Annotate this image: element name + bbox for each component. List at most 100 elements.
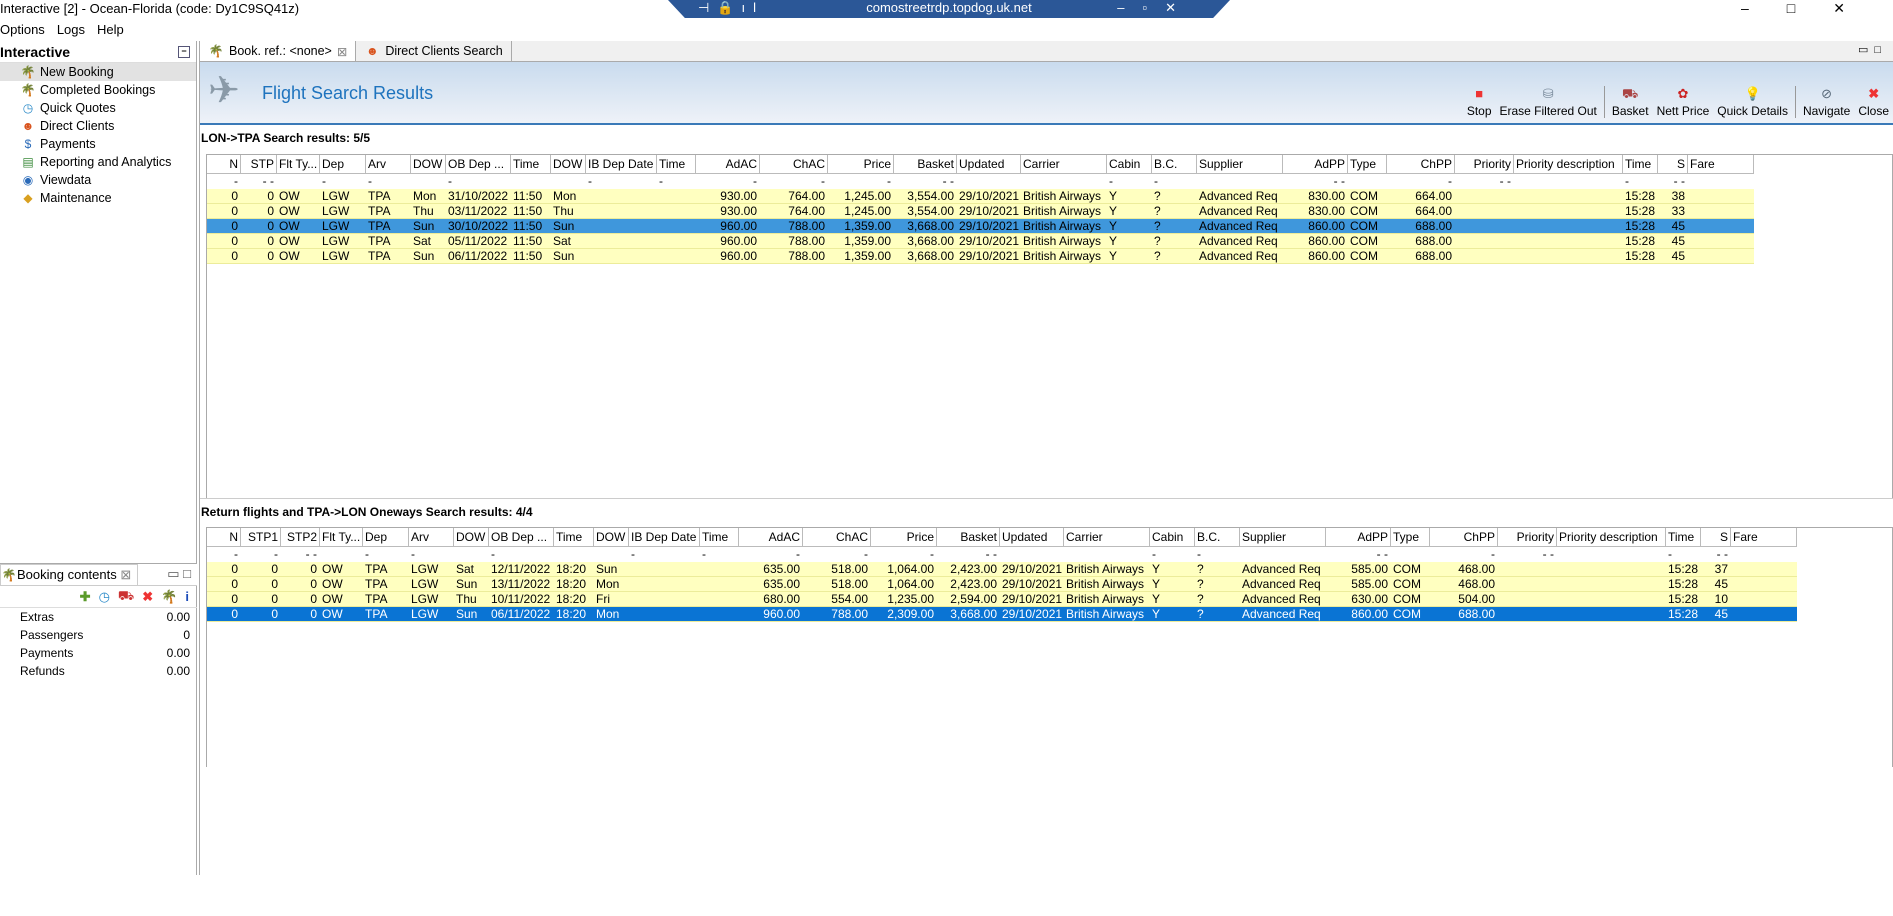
column-header-sorted[interactable]: Basket — [894, 155, 957, 173]
column-header[interactable]: Time — [511, 155, 551, 173]
table-header-row[interactable]: N STP1 STP2 Flt Ty... Dep Arv DOW OB Dep ... Tim… — [207, 528, 1797, 547]
column-header[interactable]: Arv — [409, 528, 454, 546]
info-icon[interactable]: i — [185, 589, 189, 604]
close-icon[interactable]: ⊠ — [120, 567, 131, 582]
column-header[interactable]: IB Dep Date — [586, 155, 657, 173]
column-header[interactable]: Fare — [1731, 528, 1797, 546]
table-row[interactable]: 0 0 0 OW TPA LGW Sun 06/11/2022 18:20 Mon 960.00 78… — [207, 607, 1797, 622]
table-row[interactable]: 0 0 0 OW TPA LGW Sun 13/11/2022 18:20 Mon 635.00 51… — [207, 577, 1797, 592]
column-header[interactable]: Fare — [1688, 155, 1754, 173]
table-row[interactable]: 0 0 OW LGW TPA Sun 30/10/2022 11:50 Sun 960.00 788… — [207, 219, 1754, 234]
column-header[interactable]: Time — [700, 528, 739, 546]
tab-booking[interactable]: 🌴 Book. ref.: <none> ⊠ — [200, 41, 357, 61]
minimize-maximize-icon[interactable]: ▭□ — [1858, 43, 1887, 56]
add-icon[interactable]: ✚ — [80, 589, 91, 605]
column-header[interactable]: Price — [871, 528, 937, 546]
table-header-row[interactable]: N STP Flt Ty... Dep Arv DOW OB Dep ... Time DOW I… — [207, 155, 1754, 174]
erase-filtered-out-button[interactable]: ⛁ Erase Filtered Out — [1496, 86, 1601, 118]
filter-row[interactable]: --- ---------- ---- --- --- - — [207, 547, 1797, 562]
basket-button[interactable]: ⛟ Basket — [1608, 86, 1653, 118]
table-row[interactable]: 0 0 OW LGW TPA Thu 03/11/2022 11:50 Thu 930.00 764… — [207, 204, 1754, 219]
filter-row[interactable]: -- ---------- ---- --- --- - — [207, 174, 1754, 189]
column-header[interactable]: DOW — [454, 528, 489, 546]
column-header[interactable]: ChPP — [1387, 155, 1455, 173]
sidebar-item-completed-bookings[interactable]: 🌴 Completed Bookings — [0, 81, 196, 99]
column-header[interactable]: Type — [1348, 155, 1387, 173]
column-header[interactable]: Supplier — [1240, 528, 1326, 546]
rdp-pin-lock-signal-icons[interactable]: ⊣🔒ıl — [698, 0, 764, 16]
column-header[interactable]: STP2 — [281, 528, 320, 546]
delete-icon[interactable]: ✖ — [142, 589, 153, 605]
column-header[interactable]: S — [1701, 528, 1731, 546]
column-header[interactable]: Type — [1391, 528, 1430, 546]
column-header[interactable]: N — [207, 528, 241, 546]
menu-help[interactable]: Help — [97, 22, 124, 42]
sidebar-item-payments[interactable]: $ Payments — [0, 135, 196, 153]
column-header[interactable]: B.C. — [1195, 528, 1240, 546]
column-header[interactable]: OB Dep ... — [489, 528, 554, 546]
sidebar-item-quick-quotes[interactable]: ◷ Quick Quotes — [0, 99, 196, 117]
window-controls[interactable]: –□✕ — [1741, 0, 1883, 17]
column-header[interactable]: IB Dep Date — [629, 528, 700, 546]
column-header[interactable]: Cabin — [1150, 528, 1195, 546]
minimize-maximize-icon[interactable]: ▭ □ — [167, 566, 191, 582]
column-header[interactable]: Priority description — [1514, 155, 1623, 173]
close-button[interactable]: ✖ Close — [1854, 86, 1893, 118]
column-header[interactable]: DOW — [551, 155, 586, 173]
sidebar-item-direct-clients[interactable]: ☻ Direct Clients — [0, 117, 196, 135]
column-header[interactable]: Dep — [320, 155, 366, 173]
sidebar-item-maintenance[interactable]: ◆ Maintenance — [0, 189, 196, 207]
menu-logs[interactable]: Logs — [57, 22, 85, 42]
clock-icon[interactable]: ◷ — [99, 589, 110, 605]
column-header[interactable]: Supplier — [1197, 155, 1283, 173]
menu-options[interactable]: Options — [0, 22, 45, 42]
sidebar-item-reporting-and-analytics[interactable]: ▤ Reporting and Analytics — [0, 153, 196, 171]
column-header[interactable]: ChAC — [803, 528, 871, 546]
column-header[interactable]: B.C. — [1152, 155, 1197, 173]
column-header[interactable]: S — [1658, 155, 1688, 173]
collapse-icon[interactable]: − — [178, 46, 190, 58]
column-header[interactable]: N — [207, 155, 241, 173]
column-header[interactable]: OB Dep ... — [446, 155, 511, 173]
table-row[interactable]: 0 0 OW LGW TPA Sun 06/11/2022 11:50 Sun 960.00 788… — [207, 249, 1754, 264]
column-header[interactable]: Priority — [1498, 528, 1557, 546]
column-header[interactable]: STP1 — [241, 528, 281, 546]
basket-icon[interactable]: ⛟ — [118, 588, 134, 606]
column-header[interactable]: Priority — [1455, 155, 1514, 173]
column-header[interactable]: Time — [554, 528, 594, 546]
table-row[interactable]: 0 0 0 OW TPA LGW Thu 10/11/2022 18:20 Fri 680.00 55… — [207, 592, 1797, 607]
nett-price-button[interactable]: ✿ Nett Price — [1653, 86, 1714, 118]
column-header[interactable]: ChAC — [760, 155, 828, 173]
column-header[interactable]: Carrier — [1021, 155, 1107, 173]
column-header[interactable]: Dep — [363, 528, 409, 546]
column-header[interactable]: Price — [828, 155, 894, 173]
column-header[interactable]: Flt Ty... — [320, 528, 363, 546]
navigate-button[interactable]: ⊘ Navigate — [1799, 86, 1854, 118]
close-icon[interactable]: ⊠ — [337, 44, 347, 59]
column-header[interactable]: Updated — [1000, 528, 1064, 546]
column-header[interactable]: Flt Ty... — [277, 155, 320, 173]
column-header-sorted[interactable]: Basket — [937, 528, 1000, 546]
column-header[interactable]: Carrier — [1064, 528, 1150, 546]
column-header[interactable]: Time — [657, 155, 696, 173]
column-header[interactable]: AdAC — [696, 155, 760, 173]
column-header[interactable]: AdAC — [739, 528, 803, 546]
column-header[interactable]: Arv — [366, 155, 411, 173]
table-row[interactable]: 0 0 0 OW TPA LGW Sat 12/11/2022 18:20 Sun 635.00 51… — [207, 562, 1797, 577]
column-header[interactable]: DOW — [594, 528, 629, 546]
column-header[interactable]: Priority description — [1557, 528, 1666, 546]
column-header[interactable]: Updated — [957, 155, 1021, 173]
column-header[interactable]: Cabin — [1107, 155, 1152, 173]
table-row[interactable]: 0 0 OW LGW TPA Mon 31/10/2022 11:50 Mon 930.00 764… — [207, 189, 1754, 204]
column-header[interactable]: AdPP — [1283, 155, 1348, 173]
column-header[interactable]: Time — [1623, 155, 1658, 173]
column-header[interactable]: Time — [1666, 528, 1701, 546]
tab-direct-clients-search[interactable]: ☻ Direct Clients Search — [356, 41, 512, 61]
table-row[interactable]: 0 0 OW LGW TPA Sat 05/11/2022 11:50 Sat 960.00 788… — [207, 234, 1754, 249]
column-header[interactable]: DOW — [411, 155, 446, 173]
booking-contents-title[interactable]: Booking contents — [17, 567, 117, 582]
rdp-window-controls[interactable]: –▫✕ — [1117, 0, 1194, 16]
quick-details-button[interactable]: 💡 Quick Details — [1713, 86, 1792, 118]
stop-button[interactable]: ■ Stop — [1463, 86, 1496, 118]
column-header[interactable]: AdPP — [1326, 528, 1391, 546]
